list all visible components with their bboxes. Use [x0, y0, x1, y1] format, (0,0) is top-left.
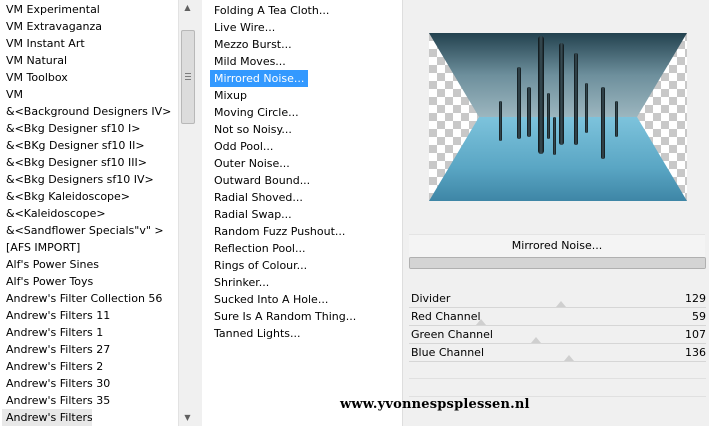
slider-label: Blue Channel [411, 346, 484, 359]
category-item[interactable]: Andrew's Filters 3 [2, 409, 92, 426]
category-item[interactable]: Andrew's Filters 11 [2, 307, 178, 324]
filter-item[interactable]: Radial Shoved... [210, 189, 307, 206]
filter-item[interactable]: Rings of Colour... [210, 257, 311, 274]
grip-line [185, 79, 191, 80]
filter-item[interactable]: Live Wire... [210, 19, 279, 36]
category-item[interactable]: VM [2, 86, 178, 103]
category-item[interactable]: &<BKg Designer sf10 II> [2, 137, 178, 154]
filter-preview [429, 33, 687, 201]
filter-item[interactable]: Reflection Pool... [210, 240, 309, 257]
empty-slider-row [409, 378, 706, 379]
category-item[interactable]: Andrew's Filters 1 [2, 324, 178, 341]
category-item[interactable]: &<Sandflower Specials"v" > [2, 222, 178, 239]
category-item[interactable]: Andrew's Filters 2 [2, 358, 178, 375]
category-item[interactable]: Andrew's Filter Collection 56 [2, 290, 178, 307]
slider-value[interactable]: 107 [666, 327, 706, 343]
category-item[interactable]: Andrew's Filters 35 [2, 392, 178, 409]
filter-item[interactable]: Mezzo Burst... [210, 36, 296, 53]
filter-item[interactable]: Tanned Lights... [210, 325, 305, 342]
filter-item[interactable]: Mild Moves... [210, 53, 290, 70]
filter-item[interactable]: Folding A Tea Cloth... [210, 2, 333, 19]
category-pane: VM Experimental VM Extravaganza VM Instant… [0, 0, 196, 426]
grip-line [185, 76, 191, 77]
category-item[interactable]: &<Background Designers IV> [2, 103, 178, 120]
scroll-up-icon[interactable]: ▲ [179, 0, 196, 16]
slider-track[interactable] [409, 361, 706, 362]
category-item[interactable]: VM Experimental [2, 1, 178, 18]
filter-item[interactable]: Shrinker... [210, 274, 273, 291]
category-item[interactable]: Alf's Power Toys [2, 273, 178, 290]
watermark-text: www.yvonnespsplessen.nl [340, 397, 530, 412]
progress-fill [410, 258, 705, 268]
slider-row[interactable]: Blue Channel 136 [409, 344, 706, 362]
category-item[interactable]: Andrew's Filters 27 [2, 341, 178, 358]
filter-item[interactable]: Moving Circle... [210, 104, 303, 121]
category-item[interactable]: &<Kaleidoscope> [2, 205, 178, 222]
category-item[interactable]: VM Toolbox [2, 69, 178, 86]
category-item[interactable]: Andrew's Filters 30 [2, 375, 178, 392]
category-item[interactable]: VM Extravaganza [2, 18, 178, 35]
filter-item[interactable]: Not so Noisy... [210, 121, 296, 138]
category-item[interactable]: VM Natural [2, 52, 178, 69]
slider-value[interactable]: 59 [666, 309, 706, 325]
slider-thumb[interactable] [555, 301, 566, 307]
slider-thumb[interactable] [530, 337, 541, 343]
filter-name-label: Mirrored Noise... [409, 234, 705, 258]
filter-item[interactable]: Sucked Into A Hole... [210, 291, 332, 308]
scroll-down-icon[interactable]: ▼ [179, 410, 196, 426]
slider-row[interactable]: Green Channel 107 [409, 326, 706, 344]
slider-row[interactable]: Red Channel 59 [409, 308, 706, 326]
grip-line [185, 73, 191, 74]
settings-pane: Mirrored Noise... Divider 129 Red Channel 5… [402, 0, 709, 426]
filter-item[interactable]: Mixup [210, 87, 251, 104]
category-item[interactable]: &<Bkg Designer sf10 I> [2, 120, 178, 137]
filter-item[interactable]: Sure Is A Random Thing... [210, 308, 360, 325]
category-scrollbar[interactable]: ▲ ▼ [178, 0, 196, 426]
category-item[interactable]: [AFS IMPORT] [2, 239, 178, 256]
slider-label: Red Channel [411, 310, 481, 323]
filter-item[interactable]: Random Fuzz Pushout... [210, 223, 349, 240]
filter-item[interactable]: Outer Noise... [210, 155, 294, 172]
category-item[interactable]: Alf's Power Sines [2, 256, 178, 273]
category-list[interactable]: VM Experimental VM Extravaganza VM Instant… [2, 1, 178, 426]
filter-pane: Folding A Tea Cloth... Live Wire... Mezzo … [202, 0, 402, 426]
slider-value[interactable]: 129 [666, 291, 706, 307]
category-item[interactable]: &<Bkg Designers sf10 IV> [2, 171, 178, 188]
category-item[interactable]: VM Instant Art [2, 35, 178, 52]
slider-thumb[interactable] [476, 319, 487, 325]
slider-label: Divider [411, 292, 451, 305]
preview-image [429, 33, 687, 201]
filter-item[interactable]: Radial Swap... [210, 206, 296, 223]
category-item[interactable]: &<Bkg Designer sf10 III> [2, 154, 178, 171]
scrollbar-thumb[interactable] [181, 30, 195, 124]
slider-value[interactable]: 136 [666, 345, 706, 361]
filter-item[interactable]: Odd Pool... [210, 138, 277, 155]
progress-bar [409, 257, 706, 269]
filter-item[interactable]: Mirrored Noise... [210, 70, 309, 87]
filter-item[interactable]: Outward Bound... [210, 172, 314, 189]
category-item[interactable]: &<Bkg Kaleidoscope> [2, 188, 178, 205]
slider-row[interactable]: Divider 129 [409, 290, 706, 308]
slider-thumb[interactable] [563, 355, 574, 361]
filter-list[interactable]: Folding A Tea Cloth... Live Wire... Mezzo … [210, 2, 360, 342]
slider-label: Green Channel [411, 328, 493, 341]
